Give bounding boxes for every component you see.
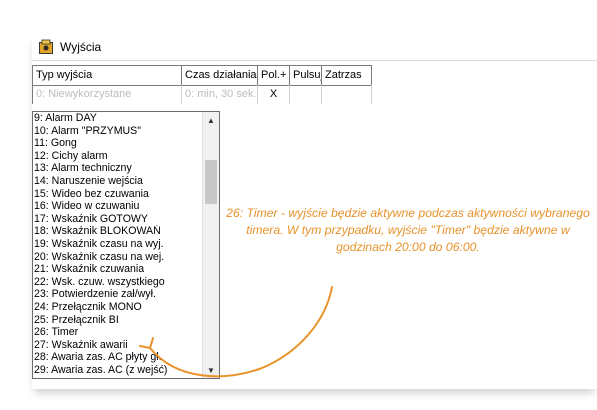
callout-arrow-head (139, 337, 154, 349)
callout-arrow-line (149, 286, 333, 378)
callout-arrow (139, 286, 333, 378)
